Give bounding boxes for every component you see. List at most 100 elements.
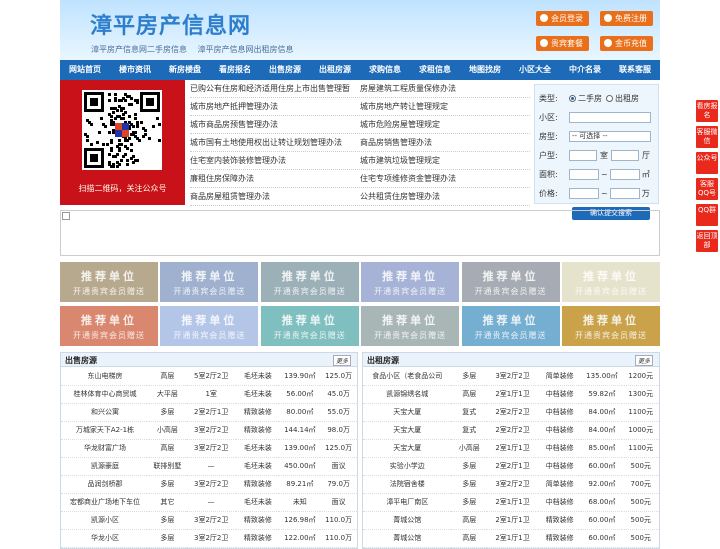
price-max-input[interactable] bbox=[609, 188, 640, 199]
listing-row[interactable]: 华龙小区 多层 3室2厅2卫 精致装修 122.00㎡ 110.0万 bbox=[61, 529, 357, 548]
radio-resale[interactable] bbox=[569, 95, 576, 102]
recommend-tile[interactable]: 推荐单位 开通贵宾会员赠送 bbox=[160, 262, 259, 302]
recommend-tile[interactable]: 推荐单位 开通贵宾会员赠送 bbox=[260, 306, 359, 346]
listing-name[interactable]: 凯源小区 bbox=[61, 511, 149, 530]
listing-name[interactable]: 天宝大厦 bbox=[363, 403, 452, 422]
listing-row[interactable]: 天宝大厦 复式 2室2厅2卫 中档装修 84.00㎡ 1000元 bbox=[363, 421, 659, 440]
recommend-tile[interactable]: 推荐单位 开通贵宾会员赠送 bbox=[461, 306, 560, 346]
nav-map-search[interactable]: 地图找房 bbox=[460, 60, 510, 80]
nav-new-homes[interactable]: 新房楼盘 bbox=[160, 60, 210, 80]
nav-communities[interactable]: 小区大全 bbox=[510, 60, 560, 80]
float-back-to-top[interactable]: 返回顶部 bbox=[696, 230, 718, 252]
listing-row[interactable]: 凯源小区 多层 3室2厅2卫 精致装修 126.98㎡ 110.0万 bbox=[61, 511, 357, 530]
listing-row[interactable]: 品润剑桥郡 多层 3室2厅2卫 精致装修 89.21㎡ 79.0万 bbox=[61, 475, 357, 494]
listing-row[interactable]: 法院宿舍楼 多层 3室2厅2卫 简单装修 92.00㎡ 700元 bbox=[363, 475, 659, 494]
news-link[interactable]: 城市国有土地使用权出让转让规划管理办法 bbox=[190, 134, 360, 151]
listing-row[interactable]: 实验小学边 多层 2室2厅1卫 中档装修 60.00㎡ 500元 bbox=[363, 457, 659, 476]
listing-name[interactable]: 华龙财富广场 bbox=[61, 439, 149, 458]
sub-link-rent[interactable]: 漳平房产信息网出租房信息 bbox=[198, 45, 294, 54]
community-input[interactable] bbox=[569, 112, 651, 123]
room-select[interactable] bbox=[569, 150, 597, 161]
listing-name[interactable]: 桂林体育中心商贸城 bbox=[61, 385, 149, 404]
recommend-tile[interactable]: 推荐单位 开通贵宾会员赠送 bbox=[260, 262, 359, 302]
listing-row[interactable]: 天宝大厦 小高层 2室1厅1卫 中档装修 85.00㎡ 1100元 bbox=[363, 439, 659, 458]
listing-row[interactable]: 凯源豪庭 联排别墅 — 毛坯未装 450.00㎡ 面议 bbox=[61, 457, 357, 476]
recommend-tile[interactable]: 推荐单位 开通贵宾会员赠送 bbox=[561, 306, 660, 346]
sale-more-button[interactable]: 更多 bbox=[332, 355, 351, 366]
recommend-tile[interactable]: 推荐单位 开通贵宾会员赠送 bbox=[361, 262, 460, 302]
listing-name[interactable]: 万城家天下A2-1栋 bbox=[61, 421, 149, 440]
news-link[interactable]: 城市建筑垃圾管理规定 bbox=[360, 152, 530, 169]
listing-name[interactable]: 菁城公馆 bbox=[363, 511, 452, 530]
listing-name[interactable]: 食品小区（老食品公司 bbox=[363, 367, 452, 386]
listing-row[interactable]: 万城家天下A2-1栋 小高层 3室2厅2卫 精致装修 144.14㎡ 98.0万 bbox=[61, 421, 357, 440]
float-qq-group[interactable]: QQ群 bbox=[696, 204, 718, 226]
listing-row[interactable]: 菁城公馆 高层 2室1厅1卫 精致装修 60.00㎡ 500元 bbox=[363, 511, 659, 530]
news-link[interactable]: 廉租住房保障办法 bbox=[190, 170, 360, 187]
float-viewing-signup[interactable]: 看房报名 bbox=[696, 100, 718, 122]
news-link[interactable]: 城市房地产转让管理规定 bbox=[360, 98, 530, 115]
news-link[interactable]: 城市商品房预售管理办法 bbox=[190, 116, 360, 133]
listing-row[interactable]: 菁城公馆 高层 2室1厅1卫 精致装修 60.00㎡ 500元 bbox=[363, 529, 659, 548]
nav-for-rent[interactable]: 出租房源 bbox=[310, 60, 360, 80]
vip-package-button[interactable]: 贵宾套餐 bbox=[536, 36, 589, 51]
listing-name[interactable]: 品润剑桥郡 bbox=[61, 475, 149, 494]
listing-row[interactable]: 漳平电厂南区 多层 2室1厅1卫 中档装修 68.00㎡ 500元 bbox=[363, 493, 659, 512]
listing-row[interactable]: 桂林体育中心商贸城 大平层 1室 毛坯未装 56.00㎡ 45.0万 bbox=[61, 385, 357, 404]
hall-select[interactable] bbox=[611, 150, 639, 161]
listing-name[interactable]: 天宝大厦 bbox=[363, 421, 452, 440]
listing-name[interactable]: 菁城公馆 bbox=[363, 529, 452, 548]
banner-ad[interactable] bbox=[60, 210, 660, 256]
listing-row[interactable]: 东山电梯房 高层 5室2厅2卫 毛坯未装 139.90㎡ 125.0万 bbox=[61, 367, 357, 386]
news-link[interactable]: 住宅室内装饰装修管理办法 bbox=[190, 152, 360, 169]
news-link[interactable]: 商品房销售管理办法 bbox=[360, 134, 530, 151]
recommend-tile[interactable]: 推荐单位 开通贵宾会员赠送 bbox=[160, 306, 259, 346]
nav-news[interactable]: 楼市资讯 bbox=[110, 60, 160, 80]
float-wechat-service[interactable]: 客服微信 bbox=[696, 126, 718, 148]
nav-home[interactable]: 网站首页 bbox=[60, 60, 110, 80]
rent-more-button[interactable]: 更多 bbox=[634, 355, 653, 366]
nav-want-rent[interactable]: 求租信息 bbox=[410, 60, 460, 80]
listing-row[interactable]: 食品小区（老食品公司 多层 3室2厅2卫 简单装修 135.00㎡ 1200元 bbox=[363, 367, 659, 386]
listing-name[interactable]: 凯源锦绣名城 bbox=[363, 385, 452, 404]
recommend-tile[interactable]: 推荐单位 开通贵宾会员赠送 bbox=[60, 262, 158, 302]
nav-contact[interactable]: 联系客服 bbox=[610, 60, 660, 80]
listing-name[interactable]: 华龙小区 bbox=[61, 529, 149, 548]
listing-row[interactable]: 和兴公寓 多层 2室2厅1卫 精致装修 80.00㎡ 55.0万 bbox=[61, 403, 357, 422]
recommend-tile[interactable]: 推荐单位 开通贵宾会员赠送 bbox=[60, 306, 158, 346]
news-link[interactable]: 住宅专项维修资金管理办法 bbox=[360, 170, 530, 187]
listing-name[interactable]: 漳平电厂南区 bbox=[363, 493, 452, 512]
float-official-account[interactable]: 公众号 bbox=[696, 152, 718, 174]
recommend-tile[interactable]: 推荐单位 开通贵宾会员赠送 bbox=[461, 262, 560, 302]
news-link[interactable]: 房屋建筑工程质量保修办法 bbox=[360, 80, 530, 97]
listing-row[interactable]: 宏都商业广场地下车位 其它 — 毛坯未装 未知 面议 bbox=[61, 493, 357, 512]
price-min-input[interactable] bbox=[569, 188, 599, 199]
recommend-tile[interactable]: 推荐单位 开通贵宾会员赠送 bbox=[561, 262, 660, 302]
sub-link-sale[interactable]: 漳平房产信息网二手房信息 bbox=[91, 45, 187, 54]
news-link[interactable]: 已购公有住房和经济适用住房上市出售管理暂 bbox=[190, 80, 360, 97]
news-link[interactable]: 商品房屋租赁管理办法 bbox=[190, 188, 360, 205]
nav-want-buy[interactable]: 求购信息 bbox=[360, 60, 410, 80]
listing-name[interactable]: 凯源豪庭 bbox=[61, 457, 149, 476]
recommend-tile[interactable]: 推荐单位 开通贵宾会员赠送 bbox=[361, 306, 460, 346]
news-link[interactable]: 城市房地产抵押管理办法 bbox=[190, 98, 360, 115]
listing-row[interactable]: 凯源锦绣名城 高层 2室1厅1卫 中档装修 59.82㎡ 1300元 bbox=[363, 385, 659, 404]
recharge-button[interactable]: 金币充值 bbox=[600, 36, 653, 51]
size-min-input[interactable] bbox=[569, 169, 599, 180]
listing-name[interactable]: 法院宿舍楼 bbox=[363, 475, 452, 494]
listing-name[interactable]: 宏都商业广场地下车位 bbox=[61, 493, 149, 512]
register-button[interactable]: 免费注册 bbox=[600, 11, 653, 26]
size-max-input[interactable] bbox=[609, 169, 640, 180]
listing-name[interactable]: 实验小学边 bbox=[363, 457, 452, 476]
nav-agents[interactable]: 中介名录 bbox=[560, 60, 610, 80]
listing-row[interactable]: 华龙财富广场 高层 3室2厅2卫 毛坯未装 139.00㎡ 125.0万 bbox=[61, 439, 357, 458]
listing-name[interactable]: 和兴公寓 bbox=[61, 403, 149, 422]
news-link[interactable]: 城市危险房屋管理规定 bbox=[360, 116, 530, 133]
radio-rental[interactable] bbox=[606, 95, 613, 102]
nav-for-sale[interactable]: 出售房源 bbox=[260, 60, 310, 80]
float-qq-service[interactable]: 客服QQ号 bbox=[696, 178, 718, 200]
housetype-select[interactable]: -- 可选择 -- bbox=[569, 131, 651, 142]
login-button[interactable]: 会员登录 bbox=[536, 11, 589, 26]
nav-viewing-signup[interactable]: 看房报名 bbox=[210, 60, 260, 80]
site-logo[interactable]: 漳平房产信息网 bbox=[90, 8, 251, 40]
